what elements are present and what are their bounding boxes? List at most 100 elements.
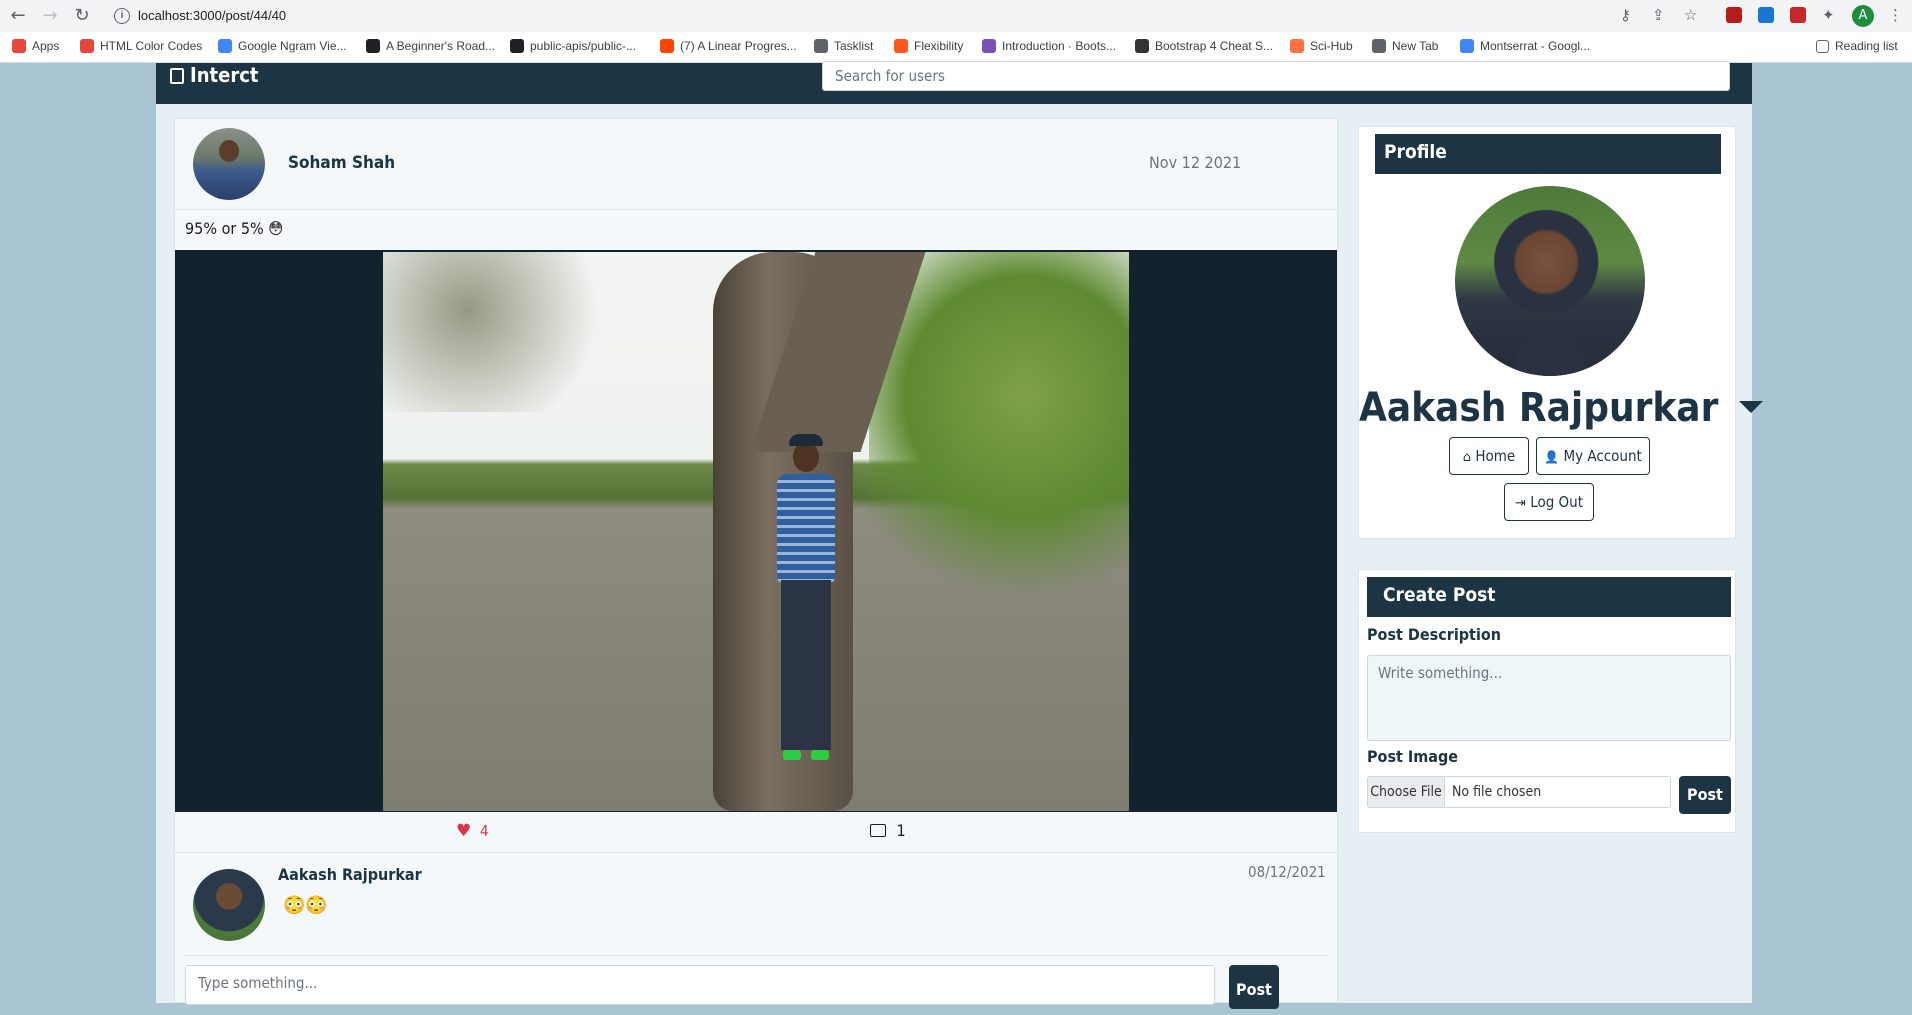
comment-input[interactable]: Type something... [185,965,1215,1005]
create-post-header: Create Post [1367,577,1731,617]
bookmark-favicon-icon [80,39,94,53]
bookmark-favicon-icon [12,39,26,53]
post-header: Soham Shah Nov 12 2021 [175,119,1337,210]
bookmark-label: Flexibility [914,39,964,53]
comment-item: Aakash Rajpurkar 08/12/2021 😳😳 [175,861,1337,956]
post-actions: ♥ 4 1 [175,812,1337,853]
bookmark-item[interactable]: Apps [12,39,59,53]
bookmark-label: New Tab [1392,39,1439,53]
comment-text: 😳😳 [283,895,328,915]
bookmark-item[interactable]: Tasklist [814,39,873,53]
url-text: localhost:3000/post/44/40 [138,8,287,23]
comment-icon [870,824,886,837]
reading-list-button[interactable]: Reading list [1816,39,1898,53]
bookmark-item[interactable]: (7) A Linear Progres... [660,39,797,53]
caret-down-icon[interactable] [1738,401,1763,413]
bookmark-favicon-icon [894,39,908,53]
bookmark-item[interactable]: HTML Color Codes [80,39,202,53]
address-bar[interactable]: i localhost:3000/post/44/40 [104,4,1634,28]
browser-toolbar: ← → ↻ i localhost:3000/post/44/40 ⚷ ⇪ ☆ … [0,0,1912,32]
bookmark-favicon-icon [218,39,232,53]
app-container: Interct Search for users Soham Shah Nov … [156,61,1763,1009]
create-post-button[interactable]: Post [1679,776,1731,814]
bookmarks-bar: Apps HTML Color Codes Google Ngram Vie... A… [0,32,1912,63]
bookmark-item[interactable]: A Beginner's Road... [366,39,495,53]
bookmark-label: Bootstrap 4 Cheat S... [1155,39,1274,53]
bookmark-label: Introduction · Boots... [1002,39,1117,53]
bookmark-favicon-icon [1460,39,1474,53]
bookmark-favicon-icon [982,39,996,53]
bookmark-item[interactable]: Flexibility [894,39,963,53]
bookmark-star-icon[interactable]: ☆ [1684,6,1697,24]
choose-file-button[interactable]: Choose File [1368,777,1445,807]
post-description-label: Post Description [1367,625,1502,644]
comment-author-name[interactable]: Aakash Rajpurkar [278,865,422,884]
post-image-label: Post Image [1367,747,1459,766]
post-description-textarea[interactable]: Write something... [1367,655,1731,741]
my-account-button[interactable]: 👤 My Account [1536,437,1650,475]
comment-divider [185,955,1327,956]
bookmark-item[interactable]: Introduction · Boots... [982,39,1116,53]
person-icon: 👤 [1544,450,1560,464]
profile-name-dropdown[interactable]: Aakash Rajpurkar [1359,385,1763,431]
site-info-icon[interactable]: i [114,8,130,24]
bookmark-label: (7) A Linear Progres... [680,39,797,53]
home-button[interactable]: ⌂ Home [1449,437,1529,475]
user-search-input[interactable]: Search for users [822,61,1730,91]
bookmark-label: Tasklist [834,39,874,53]
file-status-text: No file chosen [1452,784,1542,800]
share-icon[interactable]: ⇪ [1652,6,1665,24]
post-caption: 95% or 5% 😳 [185,219,284,238]
bookmark-item[interactable]: Google Ngram Vie... [218,39,347,53]
profile-avatar[interactable] [1455,186,1645,376]
ublock-extension-icon[interactable] [1726,7,1742,23]
bookmark-label: A Beginner's Road... [386,39,496,53]
like-count: 4 [479,822,489,840]
profile-avatar[interactable]: A [1852,5,1874,27]
back-icon[interactable]: ← [6,4,30,28]
comment-author-avatar[interactable] [193,869,265,941]
post-photo[interactable] [383,252,1129,811]
forward-icon[interactable]: → [38,4,62,28]
post-author-avatar[interactable] [193,128,265,200]
bookmark-item[interactable]: public-apis/public-... [510,39,636,53]
brand-logo-icon [170,68,184,84]
extensions-puzzle-icon[interactable]: ✦ [1822,6,1835,24]
brand[interactable]: Interct [170,63,258,87]
profile-name: Aakash Rajpurkar [1359,385,1719,431]
house-icon: ⌂ [1462,450,1472,465]
bookmark-favicon-icon [660,39,674,53]
post-image-file-input[interactable]: Choose File No file chosen [1367,776,1671,808]
comment-post-button[interactable]: Post [1229,965,1279,1009]
page-background: Interct Search for users Soham Shah Nov … [0,61,1912,1009]
bookmark-favicon-icon [510,39,524,53]
bookmark-label: Montserrat - Googl... [1480,39,1591,53]
comment-count: 1 [896,821,906,840]
bookmark-item[interactable]: New Tab [1372,39,1438,53]
bookmark-label: Sci-Hub [1310,39,1353,53]
post-card: Soham Shah Nov 12 2021 95% or 5% 😳 ♥ 4 1… [174,118,1338,1009]
menu-kebab-icon[interactable]: ⋮ [1888,6,1903,24]
comment-button[interactable]: 1 [870,821,906,841]
screenshot-extension-icon[interactable] [1758,7,1774,23]
bookmark-label: Apps [32,39,60,53]
bookmark-item[interactable]: Montserrat - Googl... [1460,39,1590,53]
bookmark-favicon-icon [1135,39,1149,53]
comment-date: 08/12/2021 [1248,863,1326,881]
key-icon[interactable]: ⚷ [1620,6,1631,24]
pdf-extension-icon[interactable] [1790,7,1806,23]
logout-button[interactable]: ⇥ Log Out [1504,483,1594,521]
bookmark-favicon-icon [366,39,380,53]
profile-header: Profile [1375,134,1721,174]
bookmark-label: public-apis/public-... [530,39,637,53]
post-author-name[interactable]: Soham Shah [288,153,395,173]
create-post-card: Create Post Post Description Write somet… [1358,569,1736,833]
reading-list-icon [1816,40,1829,53]
bookmark-item[interactable]: Bootstrap 4 Cheat S... [1135,39,1273,53]
bookmark-item[interactable]: Sci-Hub [1290,39,1353,53]
reload-icon[interactable]: ↻ [70,4,94,28]
bookmark-label: Google Ngram Vie... [238,39,347,53]
like-button[interactable]: ♥ 4 [456,821,489,841]
logout-icon: ⇥ [1514,496,1526,511]
bookmark-favicon-icon [1290,39,1304,53]
